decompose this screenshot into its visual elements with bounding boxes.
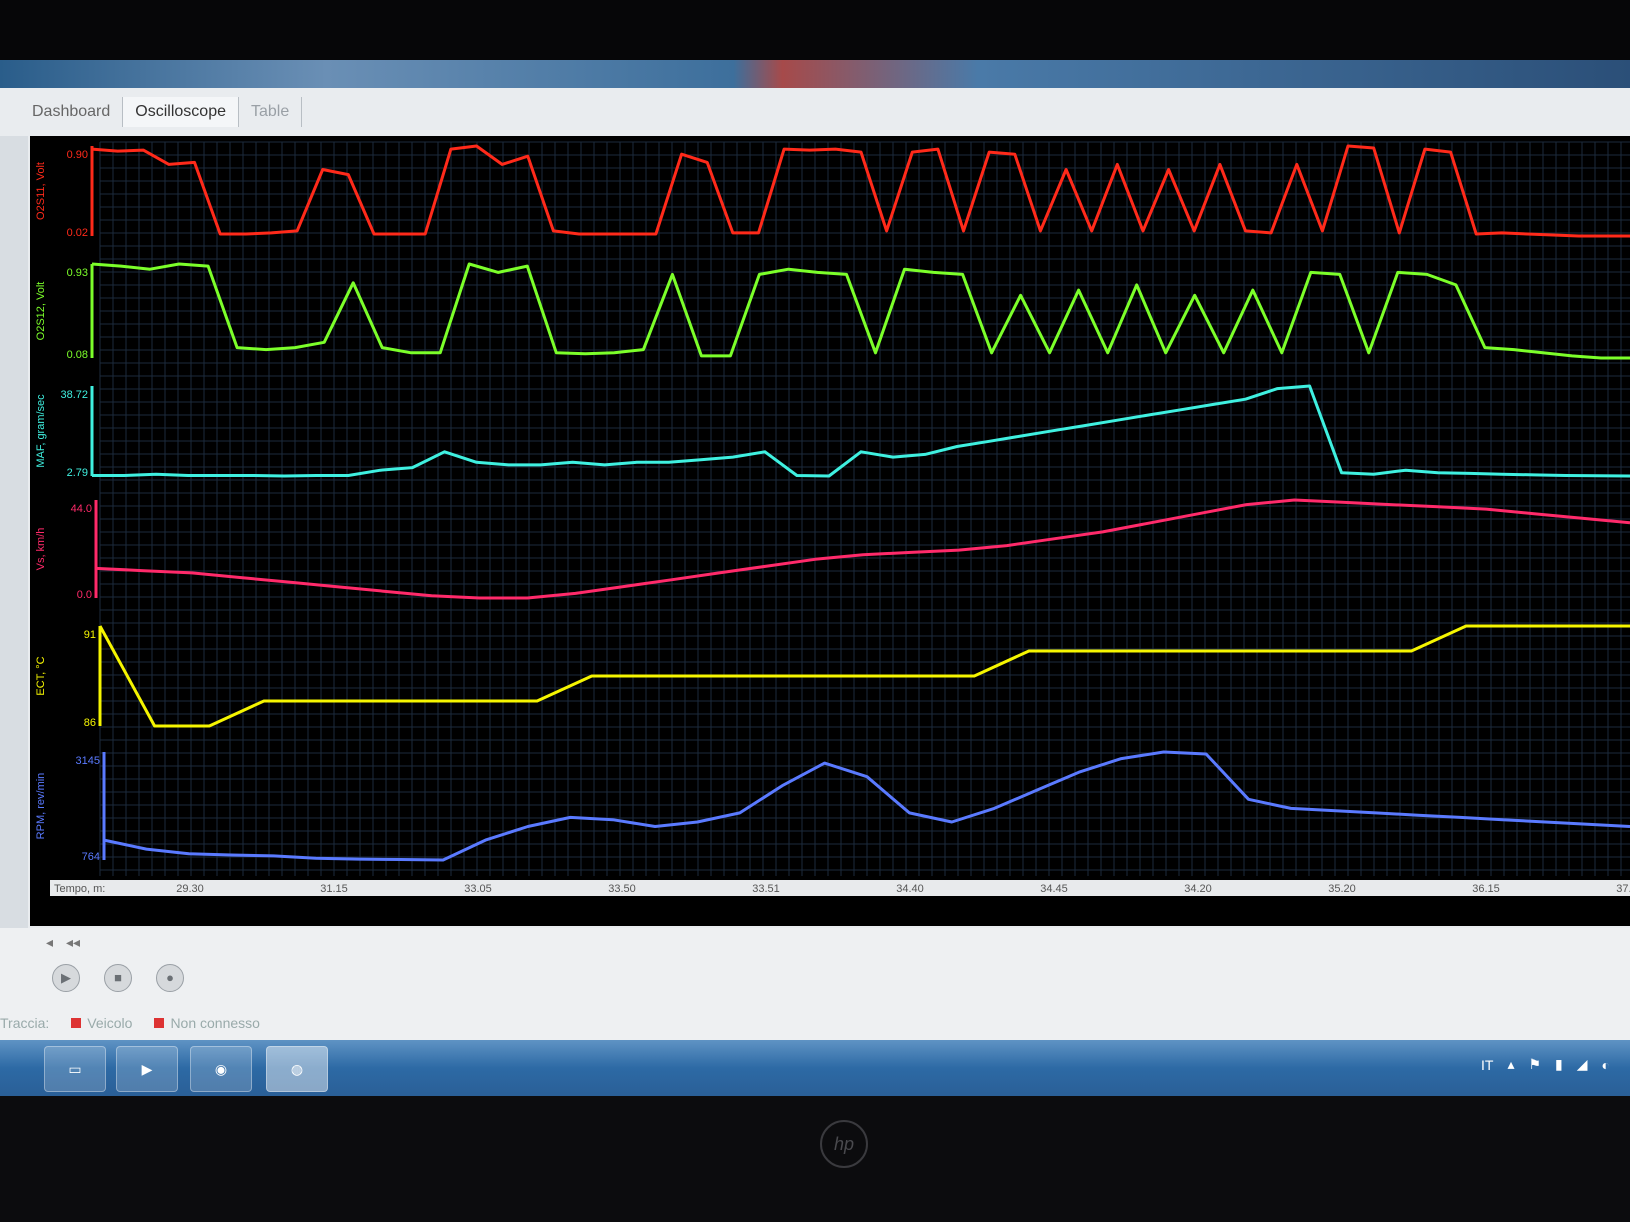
series-min-label: 0.02 — [67, 227, 88, 239]
vehicle-status-icon — [71, 1018, 82, 1028]
x-axis-tick-label: 31.15 — [320, 883, 348, 895]
tab-oscilloscope[interactable]: Oscilloscope — [123, 97, 239, 127]
hp-icon: ◉ — [214, 1060, 228, 1077]
tab-dashboard[interactable]: Dashboard — [20, 97, 124, 127]
series-name-label: O2S12, Volt — [35, 282, 47, 341]
oscilloscope-panel: 0.90 0.02 O2S11, Volt 0.93 0.08 O2S12, Volt 38… — [30, 136, 1630, 926]
series-max-label: 44.0 — [71, 503, 92, 515]
x-axis-tick-label: 33.51 — [752, 883, 780, 895]
series-max-label: 38.72 — [60, 389, 88, 401]
series-line-0 — [91, 144, 1630, 238]
x-axis-tick-label: 33.05 — [464, 883, 492, 895]
status-vehicle: Veicolo — [87, 1015, 133, 1031]
x-axis-tick-label: 35.20 — [1328, 883, 1356, 895]
series-line-2 — [92, 384, 1630, 478]
system-tray: IT ▴ ⚑ ▮ ◢ ◐ — [1481, 1056, 1610, 1073]
series-name-label: O2S11, Volt — [35, 162, 47, 220]
series-min-label: 0.0 — [77, 589, 92, 601]
language-indicator[interactable]: IT — [1481, 1057, 1493, 1073]
series-max-label: 91 — [84, 629, 96, 641]
playback-controls: ◂ ◂◂ ▶ ■ ● Traccia: Veicolo Non connesso — [0, 928, 1630, 1040]
show-hidden-icons-icon[interactable]: ▴ — [1507, 1056, 1514, 1073]
media-player-icon: ▶ — [141, 1060, 153, 1077]
tab-table[interactable]: Table — [239, 97, 303, 127]
nav-first-button[interactable]: ◂◂ — [66, 934, 80, 951]
series-name-label: RPM, rev/min — [35, 773, 47, 840]
status-line: Traccia: Veicolo Non connesso — [0, 1012, 260, 1034]
series-max-label: 3145 — [76, 755, 100, 767]
taskbar-media-button[interactable]: ▶ — [116, 1046, 178, 1092]
x-axis-tick-label: 34.20 — [1184, 883, 1212, 895]
app-window: Dashboard Oscilloscope Table 0.90 0.02 O2S… — [0, 88, 1630, 1040]
car-scanner-icon: ◍ — [290, 1060, 304, 1077]
x-axis-tick-label: 34.40 — [896, 883, 924, 895]
taskbar-explorer-button[interactable]: ▭ — [44, 1046, 106, 1092]
play-button[interactable]: ▶ — [52, 964, 80, 992]
network-icon[interactable]: ◢ — [1577, 1056, 1588, 1073]
hp-logo: hp — [820, 1120, 868, 1168]
series-min-label: 2.79 — [67, 467, 88, 479]
tab-bar: Dashboard Oscilloscope Table — [20, 92, 303, 132]
stop-icon: ■ — [114, 970, 122, 985]
series-min-label: 0.08 — [67, 349, 88, 361]
left-gutter — [0, 136, 28, 936]
laptop-bezel — [0, 1096, 1630, 1222]
battery-icon[interactable]: ▮ — [1555, 1056, 1563, 1073]
connection-status-icon — [154, 1018, 165, 1028]
series-max-label: 0.90 — [67, 149, 88, 161]
x-axis-tick-label: 36.15 — [1472, 883, 1500, 895]
folder-icon: ▭ — [68, 1060, 82, 1077]
play-icon: ▶ — [61, 970, 71, 985]
x-axis-tick-label: 34.45 — [1040, 883, 1068, 895]
series-min-label: 86 — [84, 717, 96, 729]
x-axis-tick-label: 37.89 — [1616, 883, 1630, 895]
nav-prev-button[interactable]: ◂ — [46, 934, 53, 951]
taskbar-app-button[interactable]: ◍ — [266, 1046, 328, 1092]
x-axis-bar — [50, 880, 1630, 896]
record-icon: ● — [166, 970, 174, 985]
windows-taskbar: ▭ ▶ ◉ ◍ IT ▴ ⚑ ▮ ◢ ◐ — [0, 1040, 1630, 1096]
x-axis-tick-label: 33.50 — [608, 883, 636, 895]
oscilloscope-chart: 0.90 0.02 O2S11, Volt 0.93 0.08 O2S12, Volt 38… — [35, 141, 1630, 896]
taskbar-hp-button[interactable]: ◉ — [190, 1046, 252, 1092]
series-min-label: 764 — [82, 851, 100, 863]
volume-icon[interactable]: ◐ — [1602, 1057, 1610, 1073]
series-name-label: MAF, gram/sec — [35, 394, 47, 468]
monitor-top-edge — [0, 0, 1630, 60]
series-name-label: ECT, °C — [35, 656, 47, 695]
record-button[interactable]: ● — [156, 964, 184, 992]
stop-button[interactable]: ■ — [104, 964, 132, 992]
series-max-label: 0.93 — [67, 267, 88, 279]
flag-icon[interactable]: ⚑ — [1528, 1056, 1541, 1073]
x-axis-tick-label: 29.30 — [176, 883, 204, 895]
status-connection: Non connesso — [170, 1015, 260, 1031]
status-prefix: Traccia: — [0, 1015, 50, 1031]
x-axis-label: Tempo, m: — [54, 883, 105, 895]
series-name-label: Vs, km/h — [35, 528, 47, 571]
desktop-wallpaper — [0, 60, 1630, 90]
